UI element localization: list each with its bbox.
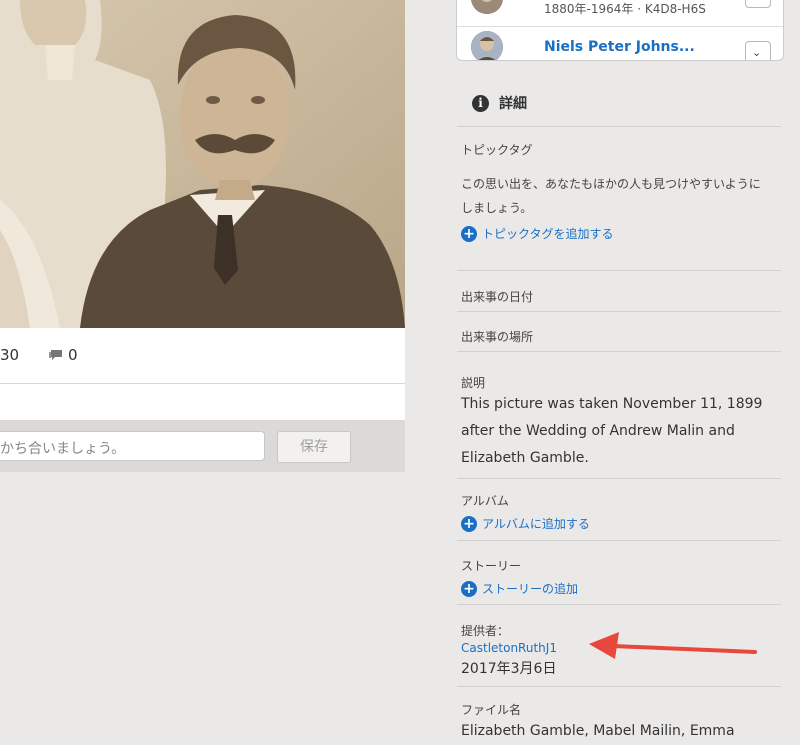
- details-title: 詳細: [499, 96, 527, 112]
- add-topic-tag-label: トピックタグを追加する: [482, 227, 614, 241]
- story-label: ストーリー: [461, 559, 522, 573]
- event-place-field[interactable]: 出来事の場所: [461, 328, 533, 345]
- add-to-album-link[interactable]: + アルバムに追加する: [461, 515, 590, 532]
- contributor-link[interactable]: CastletonRuthJ1: [461, 641, 557, 655]
- person-name-link[interactable]: Niels Peter Johns...: [544, 39, 695, 55]
- add-story-link[interactable]: + ストーリーの追加: [461, 580, 578, 597]
- plus-circle-icon: +: [461, 225, 477, 242]
- topic-tag-description: この思い出を、あなたもほかの人も見つけやすいようにしましょう。: [461, 177, 761, 215]
- view-count: 30: [0, 346, 20, 364]
- person-menu-button[interactable]: ⌄: [745, 41, 771, 60]
- details-header: i 詳細: [472, 93, 527, 113]
- topic-tag-label: トピックタグ: [461, 143, 533, 157]
- divider: [457, 540, 781, 541]
- divider: [457, 126, 781, 127]
- filename-text[interactable]: Elizabeth Gamble, Mabel Mailin, Emma: [461, 718, 781, 745]
- contributor-label: 提供者：: [461, 624, 510, 638]
- comment-bar: かち合いましょう。 保存: [0, 420, 405, 472]
- person-avatar: [471, 0, 503, 14]
- plus-circle-icon: +: [461, 580, 477, 597]
- comment-input[interactable]: かち合いましょう。: [0, 431, 265, 461]
- chevron-down-icon: ⌄: [752, 46, 762, 59]
- contributed-date: 2017年3月6日: [461, 661, 557, 677]
- person-avatar: [471, 31, 503, 60]
- divider: [457, 270, 781, 271]
- memory-photo[interactable]: [0, 0, 405, 328]
- person-menu-button[interactable]: [745, 0, 771, 8]
- description-text[interactable]: This picture was taken November 11, 1899…: [461, 391, 781, 472]
- add-to-album-label: アルバムに追加する: [482, 517, 590, 531]
- photo-image: [0, 0, 405, 328]
- comment-count[interactable]: 0: [48, 346, 78, 364]
- divider: [457, 604, 781, 605]
- comment-icon: [49, 349, 62, 360]
- photo-stats: 30 0: [0, 328, 405, 384]
- divider: [457, 311, 781, 312]
- comment-count-value: 0: [68, 346, 78, 364]
- save-button[interactable]: 保存: [277, 431, 351, 463]
- empty-comment-list: [0, 384, 405, 420]
- add-topic-tag-link[interactable]: + トピックタグを追加する: [461, 225, 614, 242]
- album-label: アルバム: [461, 494, 509, 508]
- divider: [457, 478, 781, 479]
- description-label: 説明: [461, 376, 486, 390]
- filename-label: ファイル名: [461, 703, 522, 717]
- event-date-field[interactable]: 出来事の日付: [461, 288, 533, 305]
- add-story-label: ストーリーの追加: [482, 582, 579, 596]
- tagged-person-row[interactable]: Niels Peter Johns... ⌄: [457, 27, 783, 60]
- red-arrow-annotation: [589, 632, 757, 659]
- tagged-person-row[interactable]: 1880年-1964年 · K4D8-H6S: [457, 0, 783, 27]
- person-dates: 1880年-1964年 · K4D8-H6S: [544, 2, 706, 16]
- info-icon: i: [472, 94, 489, 112]
- plus-circle-icon: +: [461, 515, 477, 532]
- tagged-people-card: 1880年-1964年 · K4D8-H6S Niels Peter Johns…: [456, 0, 784, 61]
- divider: [457, 351, 781, 352]
- divider: [457, 686, 781, 687]
